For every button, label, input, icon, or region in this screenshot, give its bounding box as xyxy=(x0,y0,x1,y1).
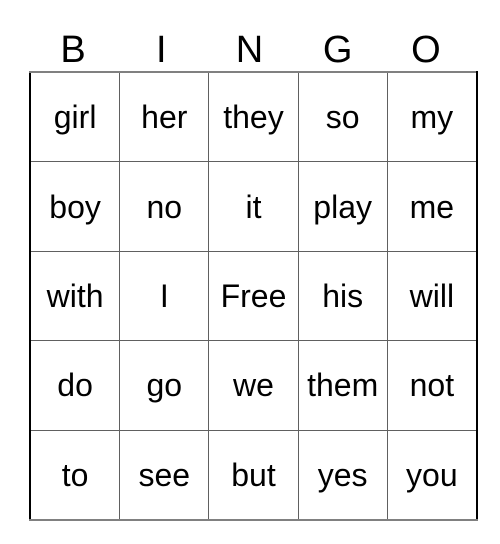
bingo-row: do go we them not xyxy=(29,340,478,431)
bingo-cell[interactable]: see xyxy=(119,429,210,521)
bingo-cell[interactable]: you xyxy=(386,429,478,521)
bingo-cell[interactable]: her xyxy=(119,71,210,163)
bingo-cell[interactable]: it xyxy=(208,161,299,252)
bingo-cell[interactable]: will xyxy=(386,250,478,342)
bingo-cell[interactable]: his xyxy=(297,250,388,342)
bingo-cell[interactable]: they xyxy=(208,71,299,163)
bingo-cell[interactable]: play xyxy=(297,161,388,252)
bingo-cell[interactable]: yes xyxy=(297,429,388,521)
bingo-header-letter-i: I xyxy=(156,29,167,71)
bingo-header-letter-g: G xyxy=(322,29,353,71)
bingo-row: boy no it play me xyxy=(29,161,478,252)
bingo-row: girl her they so my xyxy=(29,71,478,163)
bingo-cell[interactable]: girl xyxy=(29,71,121,163)
bingo-cell[interactable]: go xyxy=(119,340,210,431)
bingo-row: to see but yes you xyxy=(29,429,478,521)
bingo-cell[interactable]: my xyxy=(386,71,478,163)
bingo-header-letter-n: N xyxy=(235,29,264,71)
bingo-header-letter-b: B xyxy=(60,29,86,71)
bingo-free-cell[interactable]: Free xyxy=(208,250,299,342)
bingo-row: with I Free his will xyxy=(29,250,478,342)
bingo-cell[interactable]: but xyxy=(208,429,299,521)
bingo-cell[interactable]: boy xyxy=(29,161,121,252)
bingo-cell[interactable]: not xyxy=(386,340,478,431)
bingo-grid: girl her they so my boy no it play me wi… xyxy=(29,71,478,521)
bingo-cell[interactable]: I xyxy=(119,250,210,342)
bingo-cell[interactable]: so xyxy=(297,71,388,163)
bingo-cell[interactable]: no xyxy=(119,161,210,252)
bingo-header-letter-o: O xyxy=(411,29,441,71)
bingo-cell[interactable]: with xyxy=(29,250,121,342)
bingo-cell[interactable]: them xyxy=(297,340,388,431)
bingo-cell[interactable]: me xyxy=(386,161,478,252)
bingo-cell[interactable]: do xyxy=(29,340,121,431)
bingo-cell[interactable]: we xyxy=(208,340,299,431)
bingo-header-row: B I N G O xyxy=(29,22,470,71)
bingo-cell[interactable]: to xyxy=(29,429,121,521)
bingo-card: B I N G O girl her they so my boy no it … xyxy=(29,22,478,521)
